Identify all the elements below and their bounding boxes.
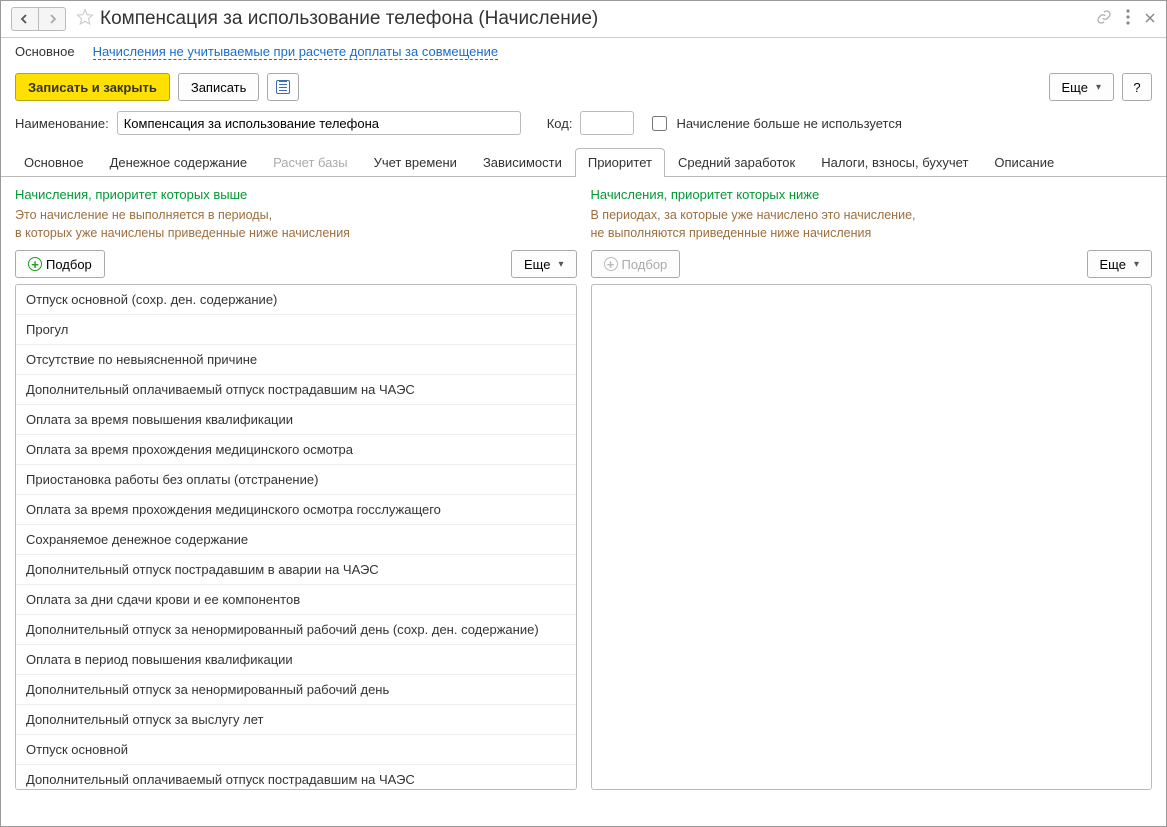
- link-icon[interactable]: [1096, 9, 1112, 29]
- tab-описание[interactable]: Описание: [981, 148, 1067, 177]
- help-button[interactable]: ?: [1122, 73, 1152, 101]
- lower-priority-sub: В периодах, за которые уже начислено это…: [591, 206, 1153, 242]
- list-item[interactable]: Оплата за дни сдачи крови и ее компонент…: [16, 585, 576, 615]
- list-item[interactable]: Оплата за время прохождения медицинского…: [16, 435, 576, 465]
- list-item[interactable]: Сохраняемое денежное содержание: [16, 525, 576, 555]
- lower-priority-list[interactable]: [591, 284, 1153, 790]
- list-item[interactable]: Оплата за время повышения квалификации: [16, 405, 576, 435]
- higher-priority-sub: Это начисление не выполняется в периоды,…: [15, 206, 577, 242]
- add-icon: +: [28, 257, 42, 271]
- list-item[interactable]: Оплата за время прохождения медицинского…: [16, 495, 576, 525]
- name-input[interactable]: [117, 111, 521, 135]
- tab-приоритет[interactable]: Приоритет: [575, 148, 665, 177]
- right-select-button: + Подбор: [591, 250, 681, 278]
- nav-back-button[interactable]: [11, 7, 39, 31]
- list-item[interactable]: Дополнительный оплачиваемый отпуск постр…: [16, 765, 576, 790]
- save-close-button[interactable]: Записать и закрыть: [15, 73, 170, 101]
- right-more-button[interactable]: Еще: [1087, 250, 1152, 278]
- left-select-button[interactable]: + Подбор: [15, 250, 105, 278]
- favorite-star-icon[interactable]: [76, 8, 94, 31]
- more-button[interactable]: Еще: [1049, 73, 1114, 101]
- not-used-label: Начисление больше не используется: [676, 116, 901, 131]
- list-item[interactable]: Дополнительный отпуск пострадавшим в ава…: [16, 555, 576, 585]
- list-item[interactable]: Приостановка работы без оплаты (отстране…: [16, 465, 576, 495]
- list-item[interactable]: Отпуск основной: [16, 735, 576, 765]
- code-label: Код:: [547, 116, 573, 131]
- tab-учет-времени[interactable]: Учет времени: [361, 148, 470, 177]
- tab-налоги-взносы-бухучет[interactable]: Налоги, взносы, бухучет: [808, 148, 981, 177]
- code-input[interactable]: [580, 111, 634, 135]
- left-more-button[interactable]: Еще: [511, 250, 576, 278]
- kebab-menu-icon[interactable]: [1126, 9, 1130, 29]
- close-icon[interactable]: [1144, 11, 1156, 28]
- tab-денежное-содержание[interactable]: Денежное содержание: [97, 148, 260, 177]
- list-item[interactable]: Дополнительный отпуск за ненормированный…: [16, 615, 576, 645]
- higher-priority-heading: Начисления, приоритет которых выше: [15, 187, 577, 202]
- list-item[interactable]: Отсутствие по невыясненной причине: [16, 345, 576, 375]
- save-button[interactable]: Записать: [178, 73, 260, 101]
- list-item[interactable]: Отпуск основной (сохр. ден. содержание): [16, 285, 576, 315]
- list-item[interactable]: Дополнительный оплачиваемый отпуск постр…: [16, 375, 576, 405]
- tab-средний-заработок[interactable]: Средний заработок: [665, 148, 808, 177]
- tab-зависимости[interactable]: Зависимости: [470, 148, 575, 177]
- tab-основное[interactable]: Основное: [11, 148, 97, 177]
- list-item[interactable]: Прогул: [16, 315, 576, 345]
- left-select-label: Подбор: [46, 257, 92, 272]
- list-item[interactable]: Дополнительный отпуск за ненормированный…: [16, 675, 576, 705]
- subnav-link[interactable]: Начисления не учитываемые при расчете до…: [93, 44, 499, 60]
- name-label: Наименование:: [15, 116, 109, 131]
- page-title: Компенсация за использование телефона (Н…: [100, 8, 1096, 30]
- list-item[interactable]: Оплата в период повышения квалификации: [16, 645, 576, 675]
- subnav-main[interactable]: Основное: [15, 44, 75, 60]
- add-icon: +: [604, 257, 618, 271]
- nav-forward-button[interactable]: [38, 7, 66, 31]
- right-select-label: Подбор: [622, 257, 668, 272]
- lower-priority-heading: Начисления, приоритет которых ниже: [591, 187, 1153, 202]
- list-item[interactable]: Дополнительный отпуск за выслугу лет: [16, 705, 576, 735]
- document-icon-button[interactable]: [267, 73, 299, 101]
- higher-priority-list[interactable]: Отпуск основной (сохр. ден. содержание)П…: [15, 284, 577, 790]
- tab-расчет-базы[interactable]: Расчет базы: [260, 148, 361, 177]
- not-used-checkbox[interactable]: [652, 116, 667, 131]
- document-icon: [276, 80, 290, 94]
- tabs-bar: ОсновноеДенежное содержаниеРасчет базыУч…: [1, 147, 1166, 177]
